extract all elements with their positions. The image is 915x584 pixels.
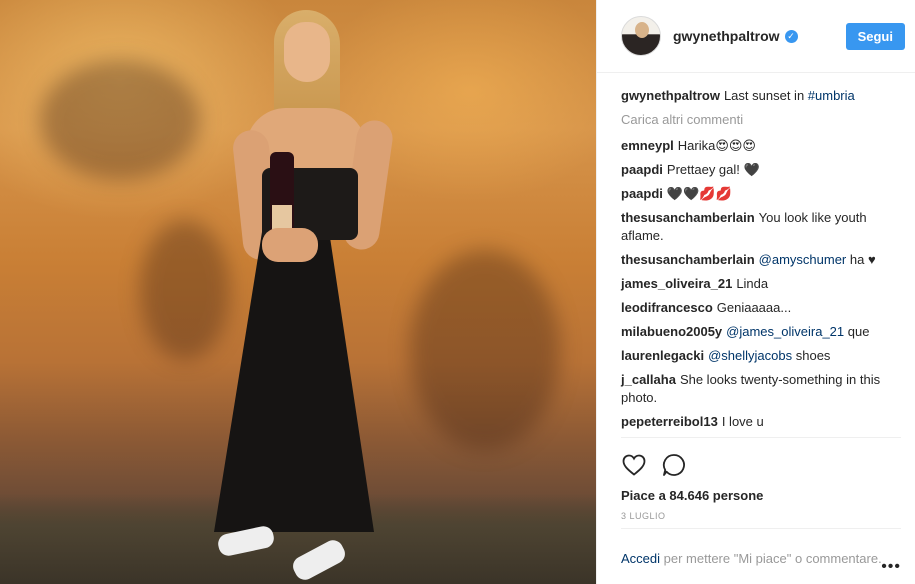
subject-face <box>284 22 330 82</box>
post-photo[interactable] <box>0 0 596 584</box>
login-prompt-text: per mettere "Mi piace" o commentare. <box>660 551 882 566</box>
comment-text: I love u <box>721 414 764 429</box>
photo-subject <box>200 0 400 584</box>
login-divider <box>621 528 901 529</box>
comment-item: pepeterreibol13 I love u <box>621 413 901 431</box>
comment-author[interactable]: thesusanchamberlain <box>621 210 755 225</box>
avatar[interactable] <box>621 16 661 56</box>
speech-bubble-icon[interactable] <box>661 452 687 478</box>
comment-item: paapdi Prettaey gal! 🖤 <box>621 161 901 179</box>
comment-item: laurenlegacki @shellyjacobs shoes <box>621 347 901 365</box>
comment-text: ha ♥ <box>846 252 876 267</box>
subject-shoe <box>289 536 349 584</box>
post-header: gwynethpaltrow ✓ Segui <box>597 0 915 73</box>
verified-badge-icon: ✓ <box>784 29 798 43</box>
likes-count[interactable]: Piace a 84.646 persone <box>597 482 915 503</box>
subject-hands <box>262 228 318 262</box>
comment-item: j_callaha She looks twenty-something in t… <box>621 371 901 407</box>
comments-list: gwynethpaltrow Last sunset in #umbria Car… <box>597 73 915 437</box>
comment-author[interactable]: leodifrancesco <box>621 300 713 315</box>
comment-text: 🖤🖤💋💋 <box>666 186 732 201</box>
login-prompt: Accedi per mettere "Mi piace" o commenta… <box>597 536 915 568</box>
comment-item: thesusanchamberlain You look like youth a… <box>621 209 901 245</box>
post-caption: gwynethpaltrow Last sunset in #umbria <box>621 87 901 105</box>
comment-author[interactable]: thesusanchamberlain <box>621 252 755 267</box>
comment-author[interactable]: laurenlegacki <box>621 348 704 363</box>
comment-item: leodifrancesco Geniaaaaa... <box>621 299 901 317</box>
comment-author[interactable]: james_oliveira_21 <box>621 276 732 291</box>
comment-text: Geniaaaaa... <box>716 300 792 315</box>
avatar-figure <box>635 22 649 38</box>
login-link[interactable]: Accedi <box>621 551 660 566</box>
subject-skirt <box>214 232 374 532</box>
comment-author[interactable]: j_callaha <box>621 372 676 387</box>
comment-author[interactable]: paapdi <box>621 186 663 201</box>
comment-item: james_oliveira_21 Linda <box>621 275 901 293</box>
comment-item: thesusanchamberlain @amyschumer ha ♥ <box>621 251 901 269</box>
load-more-comments[interactable]: Carica altri commenti <box>621 111 901 129</box>
more-options-icon[interactable]: ••• <box>881 558 901 576</box>
comment-mention[interactable]: @shellyjacobs <box>708 348 792 363</box>
wall-shadow <box>410 250 560 450</box>
post-side-panel: gwynethpaltrow ✓ Segui gwynethpaltrow Las… <box>596 0 915 584</box>
comment-item: paapdi 🖤🖤💋💋 <box>621 185 901 203</box>
comment-mention[interactable]: @james_oliveira_21 <box>726 324 844 339</box>
comment-author[interactable]: milabueno2005y <box>621 324 722 339</box>
comment-mention[interactable]: @amyschumer <box>759 252 847 267</box>
comment-author[interactable]: paapdi <box>621 162 663 177</box>
comment-text: shoes <box>792 348 831 363</box>
post-date[interactable]: 3 luglio <box>597 503 915 521</box>
comment-item: emneypl Harika😍😍😍 <box>621 137 901 155</box>
wall-shadow <box>40 60 200 180</box>
header-username[interactable]: gwynethpaltrow <box>673 28 780 44</box>
caption-hashtag[interactable]: #umbria <box>808 88 855 103</box>
comment-text: que <box>844 324 870 339</box>
follow-button[interactable]: Segui <box>845 22 905 50</box>
comment-text: Linda <box>736 276 769 291</box>
comment-item: milabueno2005y @james_oliveira_21 que <box>621 323 901 341</box>
comment-text: Harika😍😍😍 <box>677 138 756 153</box>
caption-author[interactable]: gwynethpaltrow <box>621 88 720 103</box>
post-actions <box>597 438 915 482</box>
heart-outline-icon[interactable] <box>621 452 647 478</box>
caption-text: Last sunset in <box>723 88 808 103</box>
comment-text: Prettaey gal! 🖤 <box>666 162 760 177</box>
comment-author[interactable]: pepeterreibol13 <box>621 414 718 429</box>
comment-author[interactable]: emneypl <box>621 138 674 153</box>
instagram-post-frame: gwynethpaltrow ✓ Segui gwynethpaltrow Las… <box>0 0 915 584</box>
